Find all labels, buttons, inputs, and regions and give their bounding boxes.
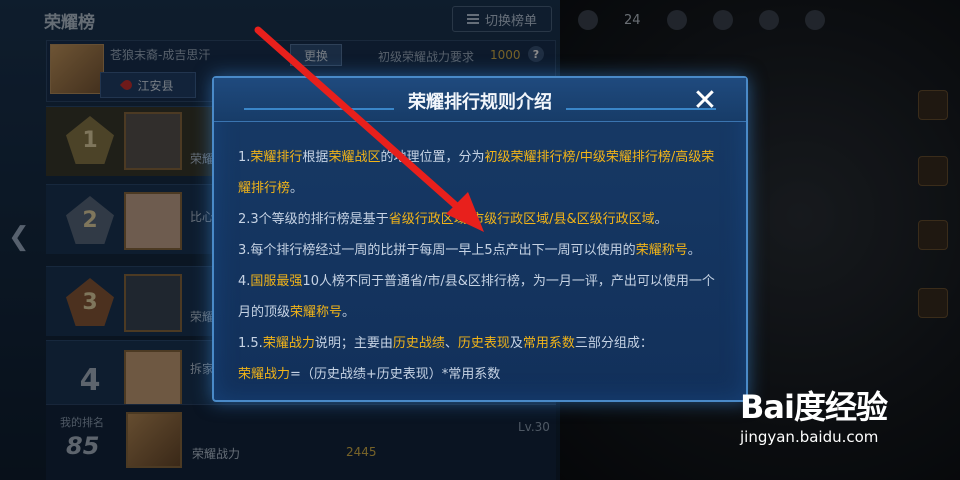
watermark-url: jingyan.baidu.com xyxy=(740,428,879,446)
baidu-watermark: Bai度经验 jingyan.baidu.com xyxy=(740,378,920,458)
arrow-shaft xyxy=(254,26,474,222)
watermark-logo: Bai度经验 xyxy=(740,388,888,426)
